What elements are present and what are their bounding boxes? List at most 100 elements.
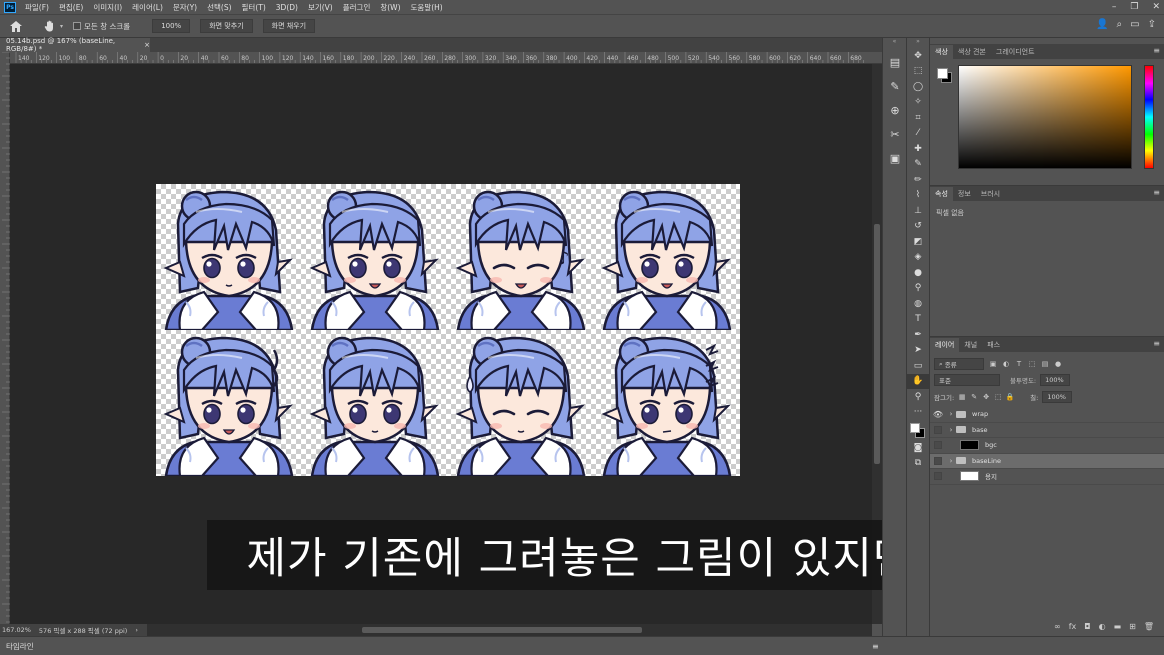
scroll-all-windows-checkbox[interactable] [73, 22, 82, 30]
expand-toolbar-icon[interactable]: » [907, 38, 929, 48]
chevron-right-icon[interactable]: › [946, 457, 956, 465]
move-tool-icon[interactable]: ✥ [907, 48, 929, 64]
minimize-button[interactable]: – [1112, 2, 1117, 12]
menu-plugins[interactable]: 플러그인 [338, 2, 376, 13]
tab-color[interactable]: 색상 [930, 45, 953, 59]
status-arrow-icon[interactable]: › [135, 626, 138, 634]
new-layer-icon[interactable]: ⊞ [1129, 622, 1136, 631]
tab-layers[interactable]: 레이어 [930, 338, 960, 352]
document-size-status[interactable]: 576 픽셀 x 288 픽셀 (72 ppi) [39, 625, 127, 635]
magic-wand-tool-icon[interactable]: ✧ [907, 95, 929, 111]
lock-pixels-icon[interactable]: ✎ [970, 393, 978, 401]
zoom-tool-icon[interactable]: ⚲ [907, 389, 929, 405]
visibility-eye-icon[interactable]: 👁 [930, 410, 946, 419]
tab-swatches[interactable]: 색상 견본 [953, 45, 991, 59]
zoom-value-field[interactable]: 100% [152, 19, 191, 33]
tab-brushes[interactable]: 브러시 [976, 187, 1005, 201]
filter-adjustment-icon[interactable]: ◐ [1002, 360, 1010, 368]
blend-mode-select[interactable]: 표준 [934, 373, 1000, 386]
marquee-tool-icon[interactable]: ⬚ [907, 64, 929, 80]
lock-position-icon[interactable]: ✥ [982, 393, 990, 401]
filter-toggle-icon[interactable]: ● [1054, 360, 1062, 368]
path-selection-tool-icon[interactable]: ➤ [907, 343, 929, 359]
vertical-scroll-thumb[interactable] [874, 224, 880, 464]
history-icon[interactable]: ▤ [885, 52, 905, 72]
layer-row-base[interactable]: › base [930, 423, 1164, 438]
chevron-right-icon[interactable]: › [946, 410, 956, 418]
blur-tool-icon[interactable]: ● [907, 265, 929, 281]
home-icon[interactable] [8, 18, 24, 34]
brush-tool-icon[interactable]: ✎ [907, 157, 929, 173]
properties-panel-menu-icon[interactable]: ≡ [1153, 188, 1160, 197]
document-tab[interactable]: 05.14b.psd @ 167% (baseLine, RGB/8#) * × [0, 37, 150, 53]
type-tool-icon[interactable]: T [907, 312, 929, 328]
menu-filter[interactable]: 필터(T) [237, 2, 271, 13]
lock-artboard-icon[interactable]: ⬚ [994, 393, 1002, 401]
color-picker-field[interactable] [958, 65, 1132, 169]
tools-preset-icon[interactable]: ✂ [885, 124, 905, 144]
tab-paths[interactable]: 패스 [982, 338, 1005, 352]
chevron-down-icon[interactable]: ▾ [60, 23, 63, 30]
layer-style-icon[interactable]: fx [1069, 622, 1077, 631]
close-window-button[interactable]: ✕ [1152, 2, 1160, 12]
pencil-tool-icon[interactable]: ✏ [907, 172, 929, 188]
link-layers-icon[interactable]: ∞ [1054, 622, 1061, 631]
menu-view[interactable]: 보기(V) [303, 2, 338, 13]
photoshop-logo[interactable]: Ps [4, 1, 16, 13]
layers-panel-menu-icon[interactable]: ≡ [1153, 339, 1160, 348]
color-swatches[interactable] [907, 420, 929, 440]
libraries-icon[interactable]: ▣ [885, 148, 905, 168]
fit-screen-button[interactable]: 화면 맞추기 [200, 19, 253, 33]
menu-type[interactable]: 문자(Y) [168, 2, 202, 13]
tab-channels[interactable]: 채널 [959, 338, 982, 352]
foreground-color-swatch[interactable] [910, 423, 920, 433]
layer-kind-filter[interactable]: ⌕ 종류 [934, 358, 984, 370]
pen-tool-icon[interactable]: ✒ [907, 327, 929, 343]
filter-smart-object-icon[interactable]: ▤ [1041, 360, 1049, 368]
menu-image[interactable]: 이미지(I) [88, 2, 127, 13]
add-mask-icon[interactable]: ◘ [1084, 622, 1090, 631]
healing-brush-tool-icon[interactable]: ✚ [907, 141, 929, 157]
close-tab-icon[interactable]: × [144, 41, 150, 49]
layer-row-bgc[interactable]: bgc [930, 438, 1164, 454]
crop-tool-icon[interactable]: ⌗ [907, 110, 929, 126]
eraser-tool-icon[interactable]: ◩ [907, 234, 929, 250]
paint-bucket-tool-icon[interactable]: ◈ [907, 250, 929, 266]
share-icon[interactable]: ⇪ [1148, 19, 1156, 30]
tab-properties[interactable]: 속성 [930, 187, 953, 201]
color-panel-foreground[interactable] [937, 68, 948, 79]
delete-layer-icon[interactable]: 🗑 [1144, 622, 1154, 631]
menu-select[interactable]: 선택(S) [202, 2, 236, 13]
clone-stamp-tool-icon[interactable]: ⊥ [907, 203, 929, 219]
timeline-menu-icon[interactable]: ≡ [872, 642, 879, 651]
clone-source-icon[interactable]: ⊕ [885, 100, 905, 120]
visibility-toggle[interactable] [934, 441, 942, 450]
lasso-tool-icon[interactable]: ◯ [907, 79, 929, 95]
visibility-toggle[interactable] [934, 456, 942, 465]
history-brush-tool-icon[interactable]: ↺ [907, 219, 929, 235]
user-icon[interactable]: 👤 [1096, 19, 1108, 30]
zoom-status[interactable]: 167.02% [2, 626, 31, 634]
tab-gradients[interactable]: 그레이디언트 [991, 45, 1040, 59]
timeline-label[interactable]: 타임라인 [6, 641, 34, 652]
adjustment-layer-icon[interactable]: ◐ [1099, 622, 1106, 631]
screen-mode-icon[interactable]: ⧉ [907, 456, 929, 472]
document-canvas[interactable]: ♪ [156, 184, 740, 476]
menu-layer[interactable]: 레이어(L) [127, 2, 168, 13]
workspace-icon[interactable]: ▭ [1130, 19, 1139, 30]
new-group-icon[interactable]: ▬ [1114, 622, 1122, 631]
hand-tool-icon[interactable]: ✋ [907, 373, 929, 389]
mixer-brush-tool-icon[interactable]: ⌇ [907, 188, 929, 204]
eyedropper-tool-icon[interactable]: ⁄ [907, 126, 929, 142]
layer-row-baseLine[interactable]: › baseLine [930, 453, 1164, 469]
chevron-right-icon[interactable]: › [946, 426, 956, 434]
collapse-icon[interactable]: « [883, 38, 906, 48]
sponge-tool-icon[interactable]: ◍ [907, 296, 929, 312]
layer-row-용지[interactable]: 용지 [930, 469, 1164, 485]
filter-shape-icon[interactable]: ⬚ [1028, 360, 1036, 368]
lock-all-icon[interactable]: 🔒 [1006, 393, 1015, 401]
filter-pixel-icon[interactable]: ▣ [989, 360, 997, 368]
rectangle-tool-icon[interactable]: ▭ [907, 358, 929, 374]
tab-info[interactable]: 정보 [953, 187, 976, 201]
brush-settings-icon[interactable]: ✎ [885, 76, 905, 96]
